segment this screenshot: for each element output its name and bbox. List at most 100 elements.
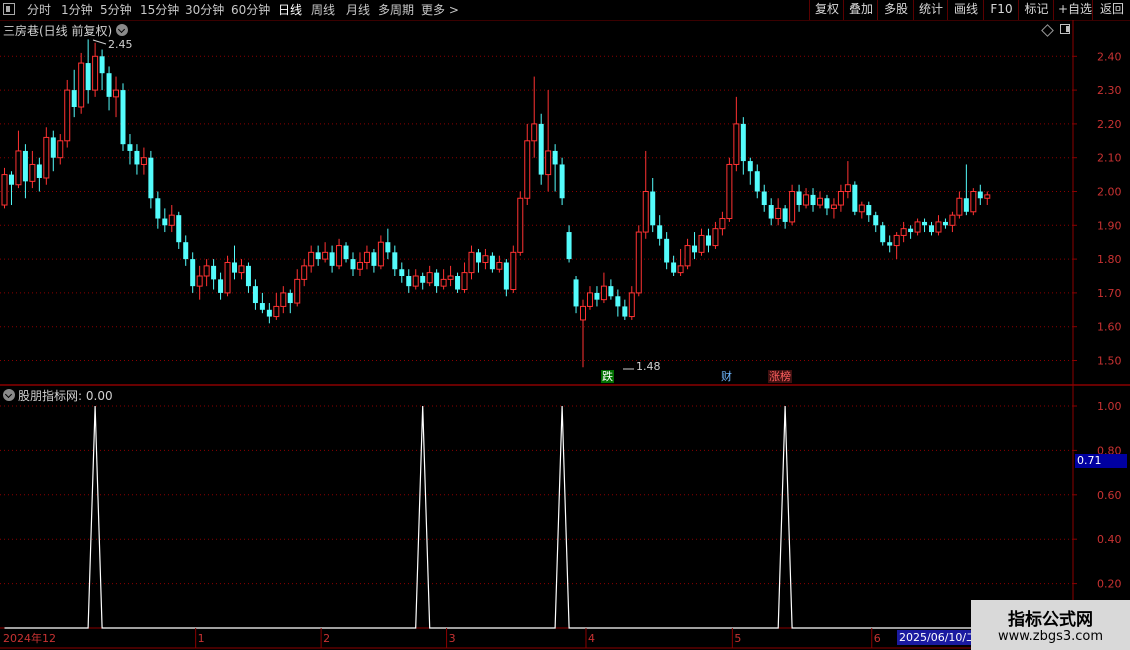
function-button-1[interactable]: 叠加 <box>843 0 878 20</box>
candle-body <box>726 163 733 220</box>
candle-body <box>259 303 265 310</box>
watermark-title: 指标公式网 <box>1008 610 1093 630</box>
candle-body <box>22 150 28 182</box>
tab-period-10[interactable]: 更多 > <box>421 2 459 18</box>
candle-body <box>664 238 670 263</box>
candle-body <box>140 157 147 165</box>
tab-period-3[interactable]: 15分钟 <box>140 2 179 18</box>
candle-body <box>148 157 154 199</box>
price-tick-label: 2.10 <box>1097 152 1122 165</box>
time-tick-label: 6 <box>874 632 881 645</box>
function-button-3[interactable]: 统计 <box>913 0 948 20</box>
tab-period-6[interactable]: 日线 <box>278 2 302 18</box>
candle-body <box>580 305 587 321</box>
candle-body <box>301 265 308 280</box>
candle-body <box>190 259 196 287</box>
marker-rise-list[interactable]: 涨榜 <box>768 370 792 383</box>
candle-body <box>677 265 684 274</box>
candle-body <box>85 63 91 91</box>
tab-period-8[interactable]: 月线 <box>346 2 370 18</box>
tab-period-0[interactable]: 分时 <box>27 2 51 18</box>
candle-body <box>824 198 830 209</box>
tab-period-1[interactable]: 1分钟 <box>61 2 93 18</box>
candle-body <box>816 197 823 206</box>
period-toolbar: 分时 1分钟 5分钟 15分钟 30分钟 60分钟 日线 周线 月线 多周期 更多 > 复权 叠加 多股… <box>0 0 1130 21</box>
function-button-0[interactable]: 复权 <box>809 0 844 20</box>
candle-body <box>942 221 948 226</box>
window-icon[interactable] <box>3 3 15 15</box>
tab-period-4[interactable]: 30分钟 <box>185 2 224 18</box>
candle-body <box>252 286 258 304</box>
candle-body <box>29 163 36 182</box>
marker-fall[interactable]: 跌 <box>601 370 614 383</box>
candle-body <box>984 194 991 199</box>
function-button-2[interactable]: 多股 <box>877 0 914 20</box>
time-tick-label: 5 <box>734 632 741 645</box>
indicator-title: 股朋指标网: 0.00 <box>18 387 113 404</box>
candle-body <box>266 309 272 317</box>
function-button-5[interactable]: F10 <box>983 0 1019 20</box>
candle-body <box>245 265 251 287</box>
price-tick-label: 1.60 <box>1097 321 1122 334</box>
candle-body <box>461 272 468 291</box>
function-button-6[interactable]: 标记 <box>1018 0 1054 20</box>
grid-layer <box>0 20 1130 649</box>
candle-body <box>211 265 217 280</box>
candle-body <box>15 150 22 186</box>
candle-body <box>692 245 698 253</box>
candle-body <box>434 272 440 287</box>
function-button-4[interactable]: 画线 <box>947 0 984 20</box>
low-price-label: 1.48 <box>636 360 661 373</box>
price-tick-label: 2.40 <box>1097 50 1122 63</box>
candle-body <box>622 306 628 317</box>
candle-body <box>399 269 405 276</box>
indicator-tick-label: 0.60 <box>1097 489 1122 502</box>
price-tick-label: 2.30 <box>1097 84 1122 97</box>
candle-body <box>747 161 753 172</box>
candle-body <box>232 262 238 273</box>
candle-body <box>789 191 796 223</box>
candle-body <box>363 251 370 263</box>
candle-body <box>329 252 335 266</box>
candle-body <box>127 144 133 151</box>
title-dropdown-icon[interactable] <box>116 24 128 36</box>
high-price-label: 2.45 <box>108 38 133 51</box>
candle-body <box>761 191 767 206</box>
tab-period-7[interactable]: 周线 <box>311 2 335 18</box>
marker-finance[interactable]: 财 <box>720 370 733 383</box>
candle-body <box>287 292 293 304</box>
candle-body <box>705 235 711 246</box>
candle-body <box>106 73 112 97</box>
candle-body <box>336 245 343 267</box>
candle-body <box>57 140 64 159</box>
candle-body <box>531 123 538 142</box>
tab-period-2[interactable]: 5分钟 <box>100 2 132 18</box>
candle-body <box>238 265 245 274</box>
candle-body <box>887 242 893 246</box>
indicator-dropdown-icon[interactable] <box>3 389 15 401</box>
candle-body <box>440 278 447 287</box>
candle-body <box>810 194 816 206</box>
panel-toggle-icon[interactable] <box>1060 24 1070 34</box>
candle-body <box>545 150 552 176</box>
candle-body <box>922 221 928 226</box>
candle-body <box>796 191 802 206</box>
candle-body <box>99 56 105 74</box>
time-tick-label: 4 <box>588 632 595 645</box>
candle-body <box>475 252 481 263</box>
candle-body <box>280 292 287 307</box>
candle-body <box>684 245 691 267</box>
kline-chart[interactable]: 2.40 2.30 2.20 2.10 2.00 1.90 1.80 1.70 1.60 1.50… <box>0 20 1130 650</box>
indicator-name: 股朋指标网 <box>18 389 79 403</box>
candle-body <box>740 123 746 162</box>
function-button-7[interactable]: +自选 <box>1053 0 1093 20</box>
function-button-8[interactable]: 返回 <box>1092 0 1130 20</box>
candle-body <box>343 245 349 260</box>
candle-body <box>873 215 879 226</box>
price-tick-label: 2.20 <box>1097 118 1122 131</box>
tab-period-5[interactable]: 60分钟 <box>231 2 270 18</box>
candle-body <box>489 255 495 270</box>
tab-period-9[interactable]: 多周期 <box>378 2 414 18</box>
candle-body <box>970 191 977 213</box>
time-tick-label: 1 <box>198 632 205 645</box>
